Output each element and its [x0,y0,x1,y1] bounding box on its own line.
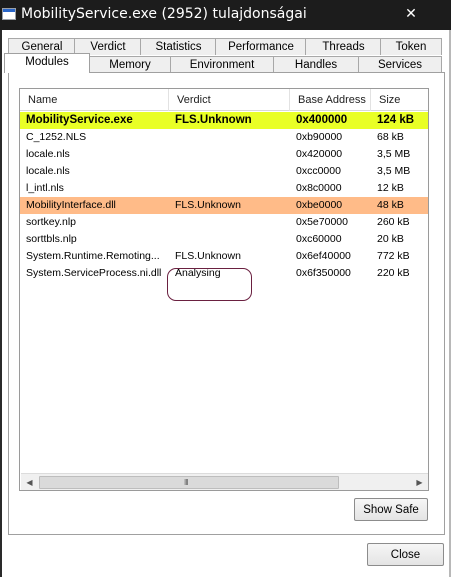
close-button[interactable]: Close [367,543,444,566]
module-size: 3,5 MB [377,148,411,160]
window-title: MobilityService.exe (2952) tulajdonságai [21,6,307,22]
scroll-right-arrow-icon[interactable]: ▶ [411,474,428,490]
module-name: MobilityInterface.dll [26,199,116,211]
table-row[interactable]: locale.nls 0x420000 3,5 MB [20,146,428,163]
module-size: 20 kB [377,233,404,245]
module-base-address: 0x420000 [296,148,343,160]
table-row[interactable]: sorttbls.nlp 0xc60000 20 kB [20,231,428,248]
window-icon [2,8,16,20]
module-base-address: 0x6f350000 [296,267,351,279]
module-base-address: 0x6ef40000 [296,250,351,262]
window-frame-left [0,30,2,577]
tab-token[interactable]: Token [380,38,442,55]
module-verdict: FLS.Unknown [175,250,241,262]
tab-statistics[interactable]: Statistics [140,38,217,55]
column-header-name[interactable]: Name [20,89,169,111]
scrollbar-thumb[interactable]: III [39,476,339,489]
show-safe-button[interactable]: Show Safe [354,498,428,521]
module-verdict [169,163,290,180]
module-name: System.ServiceProcess.ni.dll [26,267,162,279]
module-verdict [169,214,290,231]
module-name: l_intl.nls [26,182,64,194]
table-row[interactable]: MobilityInterface.dll FLS.Unknown 0xbe0000… [20,197,428,214]
column-header-size[interactable]: Size [371,89,428,111]
module-size: 12 kB [377,182,404,194]
module-size: 220 kB [377,267,410,279]
tab-handles[interactable]: Handles [273,56,359,73]
module-verdict [169,180,290,197]
module-base-address: 0x8c0000 [296,182,342,194]
module-base-address: 0x5e70000 [296,216,348,228]
table-row[interactable]: locale.nls 0xcc0000 3,5 MB [20,163,428,180]
list-header: Name Verdict Base Address Size [20,89,428,111]
module-size: 48 kB [377,199,404,211]
tab-modules[interactable]: Modules [4,53,90,73]
scrollbar-grip-icon: III [184,478,189,487]
tab-threads[interactable]: Threads [305,38,382,55]
module-size: 3,5 MB [377,165,411,177]
module-name: C_1252.NLS [26,131,87,143]
module-base-address: 0xb90000 [296,131,343,143]
column-header-base-address[interactable]: Base Address [290,89,371,111]
horizontal-scrollbar[interactable]: ◀ III ▶ [21,473,428,490]
scroll-left-arrow-icon[interactable]: ◀ [21,474,38,490]
close-icon[interactable]: ✕ [404,5,418,21]
annotation-circle [167,268,252,301]
module-name: MobilityService.exe [26,114,133,126]
module-size: 124 kB [377,114,415,126]
title-bar: MobilityService.exe (2952) tulajdonságai… [0,0,451,30]
module-name: sorttbls.nlp [26,233,77,245]
table-row[interactable]: l_intl.nls 0x8c0000 12 kB [20,180,428,197]
module-verdict: FLS.Unknown [175,199,241,211]
column-header-verdict[interactable]: Verdict [169,89,290,111]
module-base-address: 0x400000 [296,114,348,126]
table-row[interactable]: C_1252.NLS 0xb90000 68 kB [20,129,428,146]
module-size: 772 kB [377,250,410,262]
module-base-address: 0xc60000 [296,233,342,245]
table-row[interactable]: MobilityService.exe FLS.Unknown 0x400000 12… [20,112,428,129]
module-base-address: 0xcc0000 [296,165,341,177]
module-name: locale.nls [26,148,70,160]
module-size: 68 kB [377,131,404,143]
module-verdict [169,231,290,248]
module-name: locale.nls [26,165,70,177]
tab-services[interactable]: Services [358,56,442,73]
module-size: 260 kB [377,216,410,228]
module-base-address: 0xbe0000 [296,199,343,211]
tab-performance[interactable]: Performance [215,38,307,55]
table-row[interactable]: System.Runtime.Remoting... FLS.Unknown 0x6… [20,248,428,265]
module-name: sortkey.nlp [26,216,76,228]
tab-environment[interactable]: Environment [170,56,274,73]
table-row[interactable]: sortkey.nlp 0x5e70000 260 kB [20,214,428,231]
tab-memory[interactable]: Memory [89,56,171,73]
module-verdict [169,129,290,146]
module-verdict [169,146,290,163]
module-name: System.Runtime.Remoting... [26,250,160,262]
module-verdict: FLS.Unknown [175,114,252,126]
